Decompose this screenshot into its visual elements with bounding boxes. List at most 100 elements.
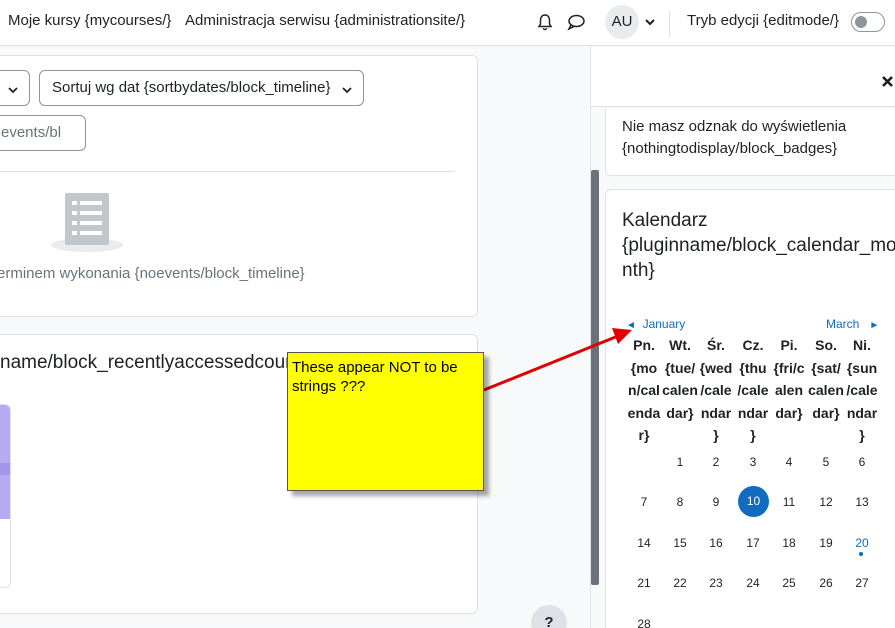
navbar-divider <box>669 10 670 38</box>
messages-bubble-icon[interactable] <box>566 12 586 32</box>
calendar-day-header-line: enda <box>627 404 661 421</box>
calendar-day-header: Pi. {fri/c alen dar} <box>769 334 809 424</box>
close-drawer-icon[interactable] <box>880 74 895 89</box>
calendar-day-header-line: {fri/c <box>773 359 805 376</box>
calendar-day-header: Wt. {tue/calen dar} <box>660 334 700 424</box>
calendar-day-header-line: {thu <box>739 359 767 376</box>
calendar-day-header-line: {tue/ <box>664 359 696 376</box>
calendar-day[interactable]: 25 <box>771 576 807 590</box>
badges-empty-message: Nie masz odznak do wyświetlenia {nothing… <box>622 118 847 157</box>
calendar-day[interactable]: 17 <box>735 536 771 550</box>
calendar-day-header-line: So. <box>815 337 837 353</box>
next-month-label: March <box>826 317 860 331</box>
calendar-day[interactable]: 8 <box>662 495 698 509</box>
prev-month-label: January <box>642 317 686 331</box>
calendar-day[interactable]: 4 <box>771 455 807 469</box>
edit-mode-label: Tryb edycji {editmode/} <box>687 12 840 29</box>
help-button[interactable]: ? <box>531 605 567 628</box>
edit-mode-toggle-knob <box>855 16 867 28</box>
calendar-day[interactable]: 5 <box>808 455 844 469</box>
calendar-next-month-link[interactable]: March ► <box>826 317 879 331</box>
edit-mode-toggle[interactable] <box>851 12 885 32</box>
calendar-day[interactable]: 9 <box>698 495 734 509</box>
calendar-day[interactable]: 18 <box>771 536 807 550</box>
calendar-day-header-line: } <box>750 427 756 443</box>
calendar-day-header-line: dar} <box>666 404 694 421</box>
nav-my-courses[interactable]: Moje kursy {mycourses/} <box>8 12 171 29</box>
calendar-day[interactable]: 21 <box>626 576 662 590</box>
annotation-sticky-note: These appear NOT to be strings ??? <box>287 352 484 491</box>
calendar-day-header-line: } <box>859 427 865 443</box>
recent-courses-title: name/block_recentlyaccessedcourses} <box>0 352 328 373</box>
calendar-day[interactable]: 2 <box>698 455 734 469</box>
top-navbar: Moje kursy {mycourses/} Administracja se… <box>0 0 895 46</box>
calendar-day-header-line: {wed <box>699 359 733 376</box>
calendar-day[interactable]: 16 <box>698 536 734 550</box>
calendar-day[interactable]: 13 <box>844 495 880 509</box>
drawer-header <box>591 47 895 107</box>
calendar-title-line-2: {pluginname/block_calendar_mo <box>622 235 895 256</box>
calendar-day-header-line: ndar <box>846 404 878 421</box>
calendar-day-header-line: Wt. <box>669 337 691 353</box>
calendar-day-header-line: r} <box>638 427 650 443</box>
course-card-image <box>0 405 10 519</box>
calendar-day[interactable]: 14 <box>626 536 662 550</box>
calendar-day[interactable]: 20 <box>844 536 880 550</box>
timeline-sort-label: Sortuj wg dat {sortbydates/block_timelin… <box>52 79 331 96</box>
nav-site-administration[interactable]: Administracja serwisu {administrationsit… <box>185 12 465 29</box>
timeline-filter-select[interactable] <box>0 70 30 106</box>
calendar-title-line-3: nth} <box>622 260 655 281</box>
calendar-day-header-line: Ni. <box>853 337 871 353</box>
calendar-day[interactable]: 7 <box>626 495 662 509</box>
calendar-day-header-line: Pi. <box>780 337 798 353</box>
calendar-day-header-line: ndar <box>700 404 732 421</box>
calendar-day[interactable]: 26 <box>808 576 844 590</box>
user-avatar[interactable]: AU <box>605 5 639 39</box>
notifications-bell-icon[interactable] <box>535 12 555 32</box>
calendar-day[interactable]: 23 <box>698 576 734 590</box>
calendar-today-marker[interactable]: 10 <box>738 486 769 517</box>
no-events-illustration-icon <box>51 193 123 252</box>
calendar-day-header-line: ndar <box>737 404 769 421</box>
course-card[interactable] <box>0 404 11 588</box>
calendar-day[interactable]: 6 <box>844 455 880 469</box>
calendar-day[interactable]: 19 <box>808 536 844 550</box>
calendar-day-header-line: dar} <box>812 404 840 421</box>
timeline-search-input[interactable]: events/bl <box>0 115 86 151</box>
calendar-day-header-line: /cale <box>737 382 769 398</box>
user-menu-chevron-down-icon[interactable] <box>643 15 657 29</box>
calendar-day-header-line: Śr. <box>707 337 725 353</box>
calendar-day-header-line: dar} <box>775 404 803 421</box>
calendar-day-header-line: Cz. <box>742 337 764 353</box>
calendar-day-header-line: /cale <box>700 382 732 398</box>
calendar-title: Kalendarz {pluginname/block_calendar_mo … <box>622 208 895 283</box>
annotation-arrow-icon <box>483 328 632 392</box>
calendar-day-header: So. {sat/calen dar} <box>806 334 846 424</box>
timeline-divider <box>0 171 454 172</box>
calendar-day-header-line: alen <box>774 382 803 398</box>
calendar-day-header-line: calen <box>808 382 844 398</box>
annotation-note-text: These appear NOT to be strings ??? <box>292 359 458 395</box>
calendar-day-header-line: {sun <box>846 359 878 376</box>
calendar-day-header: Cz. {thu/cale ndar} <box>733 334 773 447</box>
calendar-day-header: Ni. {sun/cale ndar} <box>842 334 882 447</box>
calendar-day[interactable]: 1 <box>662 455 698 469</box>
calendar-day[interactable]: 11 <box>771 495 807 509</box>
calendar-day[interactable]: 24 <box>735 576 771 590</box>
calendar-day[interactable]: 15 <box>662 536 698 550</box>
calendar-day[interactable]: 12 <box>808 495 844 509</box>
calendar-day[interactable]: 27 <box>844 576 880 590</box>
calendar-day-header: Śr. {wed/cale ndar} <box>696 334 736 447</box>
calendar-day[interactable]: 3 <box>735 455 771 469</box>
timeline-sort-select[interactable]: Sortuj wg dat {sortbydates/block_timelin… <box>39 70 364 106</box>
calendar-day-header-line: } <box>713 427 719 443</box>
calendar-event-dot <box>859 552 863 556</box>
calendar-day-header-line: calen <box>662 382 698 398</box>
calendar-day-header-line: /cale <box>846 382 878 398</box>
timeline-empty-message: erminem wykonania {noevents/block_timeli… <box>0 265 305 282</box>
arrow-right-icon: ► <box>869 320 880 331</box>
calendar-day-header-line: {sat/ <box>811 359 841 376</box>
calendar-day[interactable]: 28 <box>626 617 662 628</box>
chevron-down-icon <box>342 87 352 94</box>
calendar-day[interactable]: 22 <box>662 576 698 590</box>
